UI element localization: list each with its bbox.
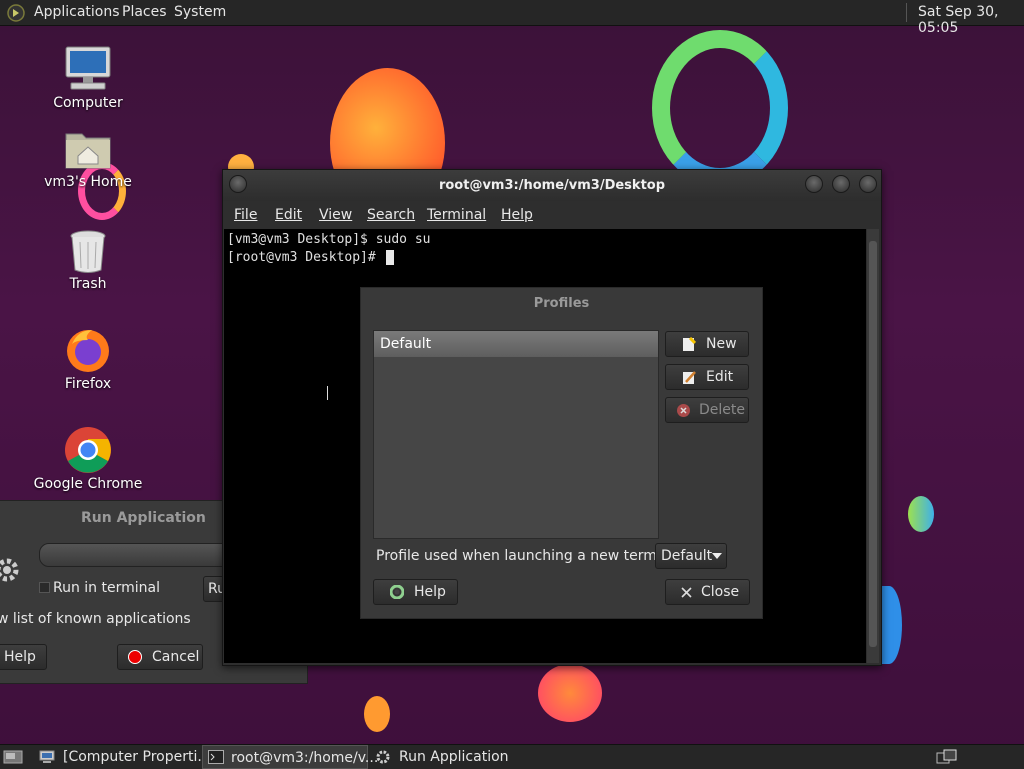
new-document-icon [683, 337, 696, 351]
desktop-icon-trash[interactable]: Trash [33, 228, 143, 292]
scrollbar-thumb[interactable] [869, 241, 877, 647]
terminal-menubar: File Edit View Search Terminal Help [223, 201, 881, 229]
edit-profile-button[interactable]: Edit [665, 364, 749, 390]
wallpaper-small-bottom [364, 696, 390, 732]
terminal-small-icon [208, 750, 224, 764]
dialog-title: Run Application [81, 510, 206, 526]
distro-logo-icon[interactable] [7, 4, 25, 22]
help-icon [390, 585, 404, 599]
taskbar: [Computer Properti... root@vm3:/home/v..… [0, 744, 1024, 769]
list-item[interactable]: Default [374, 331, 658, 357]
terminal-cursor [386, 250, 394, 265]
terminal-scrollbar[interactable] [867, 229, 879, 663]
launch-profile-label: Profile used when launching a new termin… [376, 548, 687, 564]
run-cancel-button[interactable]: Cancel [117, 644, 203, 670]
run-help-button[interactable]: Help [0, 644, 47, 670]
clock[interactable]: Sat Sep 30, 05:05 [918, 4, 1024, 36]
computer-icon [65, 46, 111, 90]
profiles-close-button[interactable]: Close [665, 579, 750, 605]
minimize-button[interactable] [805, 175, 823, 193]
dialog-title: Profiles [533, 296, 590, 311]
profiles-list[interactable]: Default [373, 330, 659, 539]
run-in-terminal-label: Run in terminal [53, 580, 160, 596]
new-profile-button[interactable]: New [665, 331, 749, 357]
command-input[interactable] [39, 543, 241, 567]
wallpaper-ring-green [652, 30, 788, 186]
task-run-application[interactable]: Run Application [372, 745, 512, 769]
firefox-icon [67, 330, 109, 372]
desktop-icon-label: vm3's Home [44, 174, 132, 190]
close-window-button[interactable] [859, 175, 877, 193]
launch-profile-select[interactable]: Default [655, 543, 727, 569]
run-in-terminal-checkbox[interactable] [39, 582, 50, 593]
chrome-icon [65, 427, 111, 473]
gear-small-icon [376, 750, 390, 764]
home-folder-icon [65, 133, 111, 169]
workspace-switcher-icon[interactable] [936, 749, 958, 765]
task-computer-properties[interactable]: [Computer Properti... [36, 745, 211, 769]
gear-icon [0, 558, 19, 582]
top-panel: Applications Places System Sat Sep 30, 0… [0, 0, 1024, 36]
menu-search[interactable]: Search [367, 207, 415, 223]
menu-edit[interactable]: Edit [275, 207, 302, 223]
menu-view[interactable]: View [319, 207, 352, 223]
desktop-icon-label: Trash [69, 276, 107, 292]
show-known-apps-toggle[interactable]: w list of known applications [0, 611, 191, 627]
desktop-icon-label: Computer [53, 95, 123, 111]
terminal-line: [vm3@vm3 Desktop]$ sudo su [227, 232, 431, 247]
wallpaper-bottom-orange [538, 664, 602, 722]
menu-help[interactable]: Help [501, 207, 533, 223]
wallpaper-green-drop [908, 496, 934, 532]
profiles-help-button[interactable]: Help [373, 579, 458, 605]
profiles-dialog: Profiles Default New Edit Delete Profile… [360, 287, 763, 619]
desktop-icon-label: Firefox [64, 376, 112, 392]
close-icon [681, 587, 692, 598]
desktop-icon-label: Google Chrome [33, 476, 143, 492]
desktop-icon-computer[interactable]: Computer [33, 45, 143, 111]
desktop-icon-firefox[interactable]: Firefox [33, 326, 143, 392]
terminal-line: [root@vm3 Desktop]# [227, 250, 384, 265]
places-menu[interactable]: Places [122, 4, 167, 20]
panel-separator [906, 3, 907, 22]
trash-icon [70, 230, 106, 273]
terminal-titlebar[interactable]: root@vm3:/home/vm3/Desktop [223, 170, 881, 201]
cancel-icon [128, 650, 142, 664]
edit-icon [683, 371, 696, 384]
show-desktop-icon[interactable] [3, 749, 23, 765]
desktop-icon-chrome[interactable]: Google Chrome [33, 426, 143, 492]
applications-menu[interactable]: Applications [34, 4, 120, 20]
menu-file[interactable]: File [234, 207, 257, 223]
text-cursor-icon [327, 386, 328, 400]
maximize-button[interactable] [832, 175, 850, 193]
computer-small-icon [39, 750, 55, 763]
system-menu[interactable]: System [174, 4, 226, 20]
menu-terminal[interactable]: Terminal [427, 207, 486, 223]
delete-icon [677, 404, 690, 417]
desktop-icon-home[interactable]: vm3's Home [33, 128, 143, 190]
terminal-title: root@vm3:/home/vm3/Desktop [438, 178, 666, 193]
delete-profile-button[interactable]: Delete [665, 397, 749, 423]
dropdown-arrow-icon [712, 553, 722, 559]
task-terminal[interactable]: root@vm3:/home/v... [202, 745, 378, 769]
